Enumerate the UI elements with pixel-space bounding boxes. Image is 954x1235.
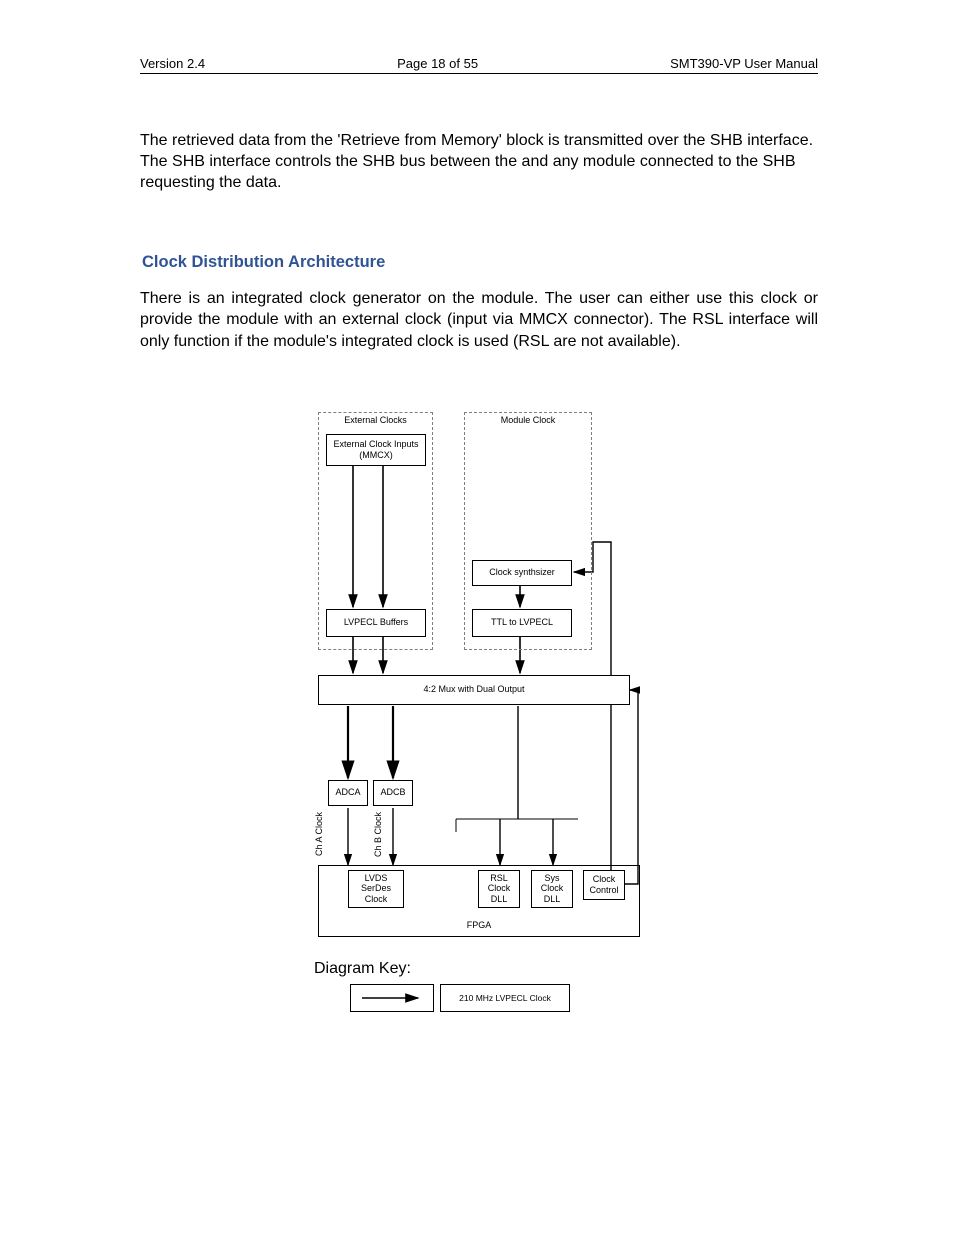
box-lvpecl-buffers: LVPECL Buffers [326, 609, 426, 637]
section-title-clock: Clock Distribution Architecture [142, 253, 818, 272]
clock-diagram: External Clocks Module Clock External Cl… [318, 412, 640, 952]
box-adcb: ADCB [373, 780, 413, 806]
box-adca: ADCA [328, 780, 368, 806]
header-page-number: Page 18 of 55 [397, 56, 478, 71]
box-clock-control: Clock Control [583, 870, 625, 900]
box-mux: 4:2 Mux with Dual Output [318, 675, 630, 705]
key-arrow-box [350, 984, 434, 1012]
header-manual-title: SMT390-VP User Manual [670, 56, 818, 71]
box-rsl-dll: RSL Clock DLL [478, 870, 520, 908]
label-ch-b-clock: Ch B Clock [373, 812, 383, 857]
group-label-ext: External Clocks [319, 415, 432, 425]
label-ch-a-clock: Ch A Clock [314, 812, 324, 856]
header-version: Version 2.4 [140, 56, 205, 71]
box-ttl-to-lvpecl: TTL to LVPECL [472, 609, 572, 637]
paragraph-shb: The retrieved data from the 'Retrieve fr… [140, 130, 818, 193]
box-lvds-serdes: LVDS SerDes Clock [348, 870, 404, 908]
key-arrow-icon [356, 992, 428, 1004]
key-label-box: 210 MHz LVPECL Clock [440, 984, 570, 1012]
label-fpga: FPGA [319, 920, 639, 930]
box-ext-clock-inputs: External Clock Inputs (MMCX) [326, 434, 426, 466]
box-sys-dll: Sys Clock DLL [531, 870, 573, 908]
document-page: Version 2.4 Page 18 of 55 SMT390-VP User… [0, 0, 954, 1235]
box-clock-synth: Clock synthsizer [472, 560, 572, 586]
paragraph-clock: There is an integrated clock generator o… [140, 288, 818, 351]
group-label-mod: Module Clock [465, 415, 591, 425]
diagram-key-row: 210 MHz LVPECL Clock [350, 984, 580, 1012]
page-header: Version 2.4 Page 18 of 55 SMT390-VP User… [140, 56, 818, 74]
diagram-key-title: Diagram Key: [314, 960, 818, 978]
